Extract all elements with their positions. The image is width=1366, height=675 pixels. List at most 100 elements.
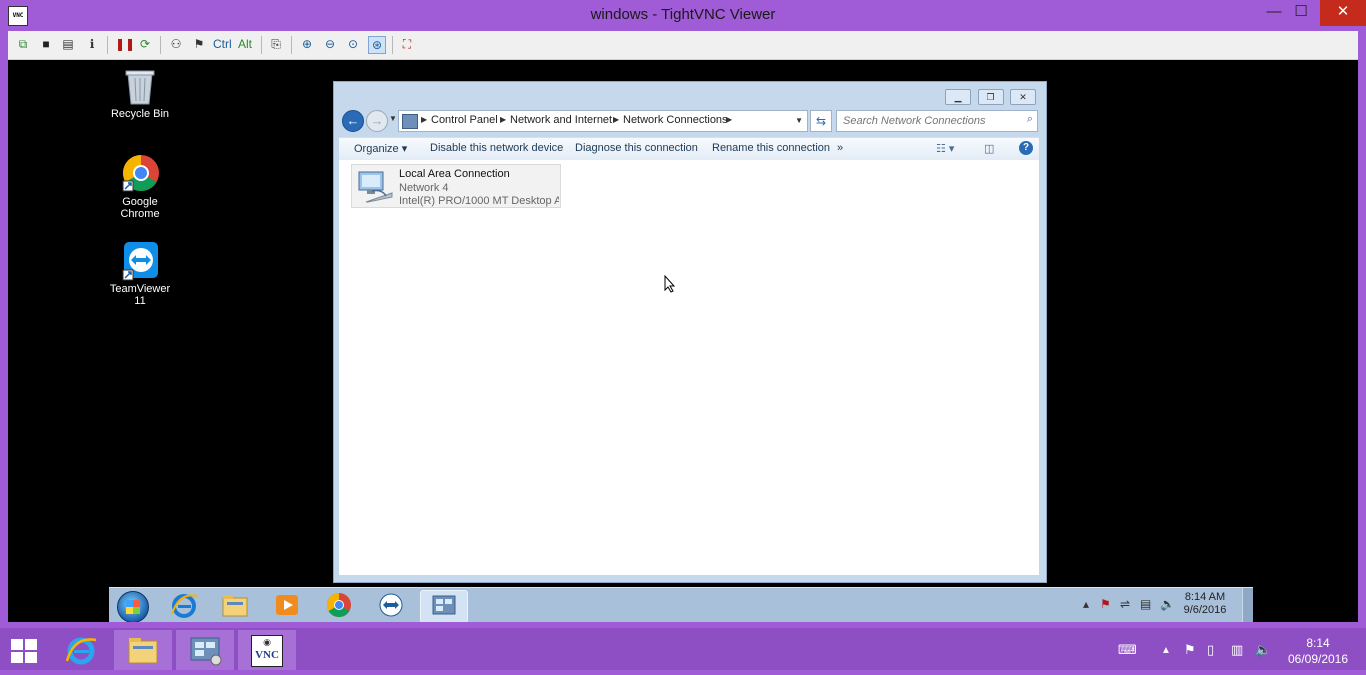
close-button[interactable]: ✕ [1320,0,1366,26]
search-input[interactable] [837,112,1013,130]
remote-start-button[interactable] [117,591,149,622]
teamviewer-icon [379,593,403,617]
taskbar-network-connections[interactable] [420,590,468,622]
explorer-minimize-button[interactable]: ▁ [945,89,972,105]
toolbar-separator [291,36,292,54]
taskbar-file-explorer[interactable] [212,590,258,621]
folder-icon [128,638,158,664]
preview-pane-icon[interactable]: ◫ [984,142,994,155]
usb-icon[interactable]: ⇌ [1120,597,1130,611]
taskbar-teamviewer[interactable] [368,590,414,621]
host-start-button[interactable] [11,639,38,663]
forward-button[interactable]: → [366,110,388,132]
zoom-fit-icon[interactable]: ⊛ [368,36,386,54]
help-icon[interactable]: ? [1019,141,1033,155]
ctrl-esc-icon[interactable]: ⚑ [191,36,207,52]
search-box[interactable]: ⌕ [836,110,1038,132]
breadcrumb-arrow-icon[interactable]: ▶ [421,115,427,124]
fullscreen-icon[interactable]: ⛶ [399,36,415,52]
zoom-in-icon[interactable]: ⊕ [299,36,315,52]
address-history-dropdown[interactable]: ▼ [795,116,803,125]
save-session-icon[interactable]: ■ [38,36,54,52]
organize-label: Organize [354,143,399,155]
search-icon[interactable]: ⌕ [1027,113,1033,126]
network-icon[interactable]: ▥ [1231,642,1243,658]
vnc-title-bar: VNC windows - TightVNC Viewer — ☐ ✕ [0,0,1366,31]
explorer-window-controls: ▁ ❐ ✕ [943,89,1036,105]
remote-date: 9/6/2016 [1183,604,1227,616]
toolbar-separator [261,36,262,54]
disable-device-button[interactable]: Disable this network device [430,142,563,154]
alt-toggle[interactable]: Alt [238,36,252,52]
address-bar[interactable]: ▶ Control Panel ▶ Network and Internet ▶… [398,110,808,132]
options-icon[interactable]: ▤ [60,36,76,52]
host-taskbar-tightvnc[interactable]: ◉ VNC [238,630,296,670]
internet-explorer-icon [171,594,198,618]
taskbar-media-player[interactable] [264,590,310,621]
host-date: 06/09/2016 [1287,652,1349,666]
zoom-100-icon[interactable]: ⊙ [345,36,361,52]
power-icon[interactable]: ▯ [1207,642,1214,658]
desktop-icon-google-chrome[interactable]: Google Chrome [100,154,180,220]
more-commands-button[interactable]: » [837,142,843,154]
transfer-files-icon[interactable]: ⎘ [268,36,284,52]
touch-keyboard-icon[interactable]: ⌨ [1118,642,1137,658]
explorer-maximize-button[interactable]: ❐ [977,89,1004,105]
zoom-out-icon[interactable]: ⊖ [322,36,338,52]
remote-show-desktop-button[interactable] [1242,588,1253,622]
breadcrumb-network-and-internet[interactable]: Network and Internet [510,114,612,126]
pause-icon[interactable]: ❚❚ [115,36,135,52]
recycle-bin-icon [122,66,158,105]
taskbar-chrome[interactable] [316,590,362,621]
host-taskbar-internet-explorer[interactable] [52,630,110,670]
maximize-button[interactable]: ☐ [1278,0,1324,26]
desktop-icon-label: Google [122,196,158,208]
desktop-icon-recycle-bin[interactable]: Recycle Bin [100,66,180,120]
breadcrumb-control-panel[interactable]: Control Panel [431,114,498,126]
recent-pages-dropdown[interactable]: ▼ [389,114,397,123]
action-center-icon[interactable]: ⚑ [1184,642,1196,658]
toolbar-separator [392,36,393,54]
volume-icon[interactable]: 🔈 [1255,642,1271,658]
toolbar-separator [107,36,108,54]
window-title: windows - TightVNC Viewer [590,6,776,23]
refresh-icon[interactable]: ⟳ [137,36,153,52]
breadcrumb-arrow-icon[interactable]: ▶ [500,115,506,124]
host-taskbar-file-explorer[interactable] [114,630,172,670]
show-hidden-icons[interactable]: ▴ [1083,597,1089,611]
remote-clock[interactable]: 8:14 AM 9/6/2016 [1175,591,1235,617]
rename-connection-button[interactable]: Rename this connection [712,142,830,154]
breadcrumb-arrow-icon[interactable]: ▶ [613,115,619,124]
remote-network-icon[interactable]: ▤ [1140,597,1151,611]
refresh-button[interactable]: ⇆ [810,110,832,132]
network-connections-icon [432,595,456,615]
connection-info-icon[interactable]: ℹ [84,36,100,52]
desktop-icon-teamviewer[interactable]: TeamViewer 11 [100,241,180,307]
ctrl-toggle[interactable]: Ctrl [213,36,232,52]
connection-name: Local Area Connection [399,168,510,180]
action-center-icon[interactable]: ⚑ [1100,597,1111,611]
remote-volume-icon[interactable]: 🔈 [1160,597,1175,611]
host-taskbar-control-panel[interactable] [176,630,234,670]
explorer-close-button[interactable]: ✕ [1010,89,1036,105]
organize-menu[interactable]: Organize ▾ [354,142,407,155]
connections-list[interactable]: Local Area Connection Network 4 Intel(R)… [339,160,1039,575]
breadcrumb-network-connections[interactable]: Network Connections [623,114,728,126]
change-view-icon[interactable]: ☷ ▾ [936,142,954,155]
new-connection-icon[interactable]: ⧉ [15,36,31,52]
show-hidden-icons[interactable]: ▲ [1161,645,1171,656]
host-clock[interactable]: 8:14 06/09/2016 [1281,635,1355,667]
connection-device: Intel(R) PRO/1000 MT Desktop Ad... [399,195,559,207]
connection-item-local-area[interactable]: Local Area Connection Network 4 Intel(R)… [351,164,561,208]
ctrl-alt-del-icon[interactable]: ⚇ [168,36,184,52]
breadcrumb-arrow-icon[interactable]: ▶ [726,115,732,124]
desktop-icon-label: Recycle Bin [110,108,170,120]
diagnose-connection-button[interactable]: Diagnose this connection [575,142,698,154]
desktop-icon-label: Chrome [120,208,160,220]
vnc-toolbar: ⧉ ■ ▤ ℹ ❚❚ ⟳ ⚇ ⚑ Ctrl Alt ⎘ ⊕ ⊖ ⊙ ⊛ ⛶ [8,31,1358,60]
taskbar-internet-explorer[interactable] [161,590,207,621]
remote-taskbar: ▴ ⚑ ⇌ ▤ 🔈 8:14 AM 9/6/2016 [109,587,1253,622]
back-button[interactable]: ← [342,110,364,132]
toolbar-separator [160,36,161,54]
remote-desktop[interactable]: Recycle Bin Google Chrome TeamViewer 11 … [8,60,1358,622]
